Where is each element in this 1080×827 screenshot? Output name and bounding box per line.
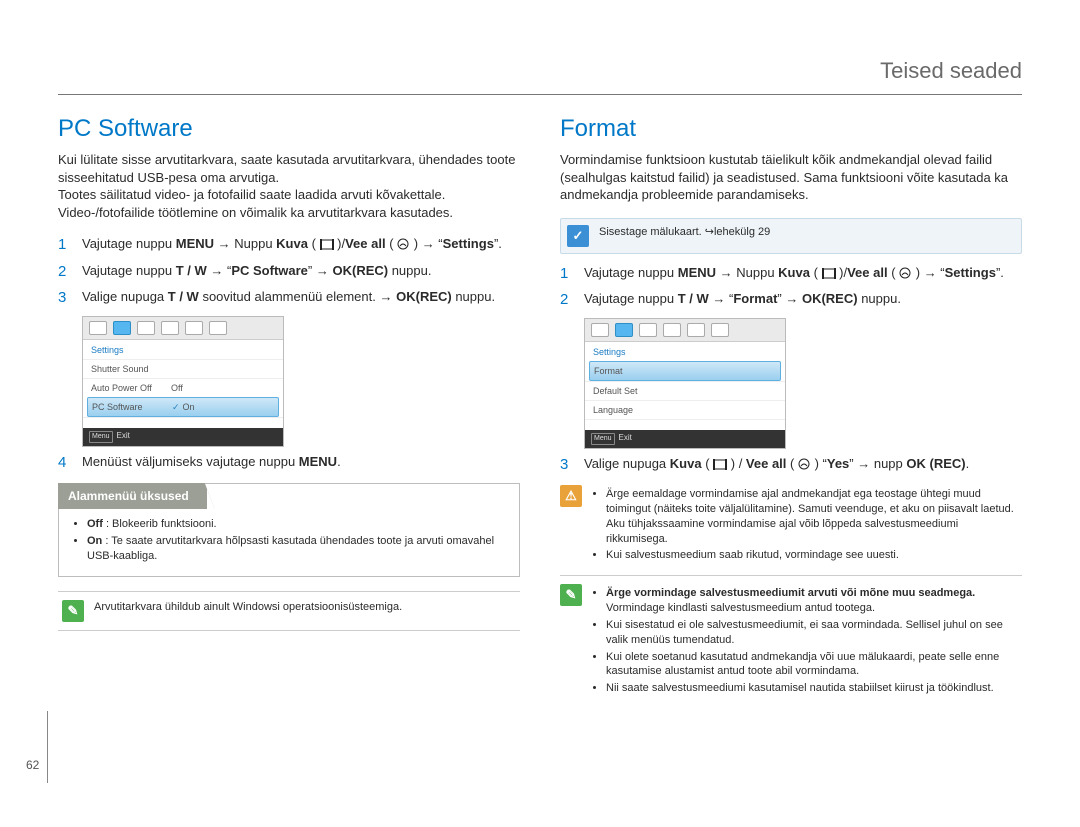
step-number: 2 [58, 262, 72, 282]
step-number: 2 [560, 290, 574, 310]
pc-software-heading: PC Software [58, 113, 520, 145]
step-text: Valige nupuga T / W soovitud alammenüü e… [82, 288, 520, 308]
submenu-box: Alammenüü üksused Off : Blokeerib funkts… [58, 483, 520, 577]
submenu-heading: Alammenüü üksused [58, 483, 215, 509]
note-icon: ✎ [560, 584, 582, 606]
step-number: 3 [58, 288, 72, 308]
warning-text: Ärge eemaldage vormindamise ajal andmeka… [592, 485, 1022, 565]
note-text: Ärge vormindage salvestusmeediumit arvut… [592, 584, 1022, 698]
veeall-icon [899, 267, 912, 279]
step-number: 1 [560, 264, 574, 284]
kuva-icon [320, 239, 334, 250]
pc-software-intro: Kui lülitate sisse arvutitarkvara, saate… [58, 151, 520, 221]
step-number: 1 [58, 235, 72, 255]
step-text: Vajutage nuppu MENU → Nuppu Kuva ( )/Vee… [82, 235, 520, 255]
format-heading: Format [560, 113, 1022, 145]
format-intro: Vormindamise funktsioon kustutab täielik… [560, 151, 1022, 204]
kuva-icon [822, 268, 836, 279]
step-text: Menüüst väljumiseks vajutage nuppu MENU. [82, 453, 520, 473]
step-text: Vajutage nuppu T / W → “PC Software” → O… [82, 262, 520, 282]
bluenote-text: Sisestage mälukaart. ↪lehekülg 29 [599, 225, 1015, 240]
step-number: 3 [560, 455, 574, 475]
veeall-icon [397, 238, 410, 250]
step-text: Vajutage nuppu T / W → “Format” → OK(REC… [584, 290, 1022, 310]
step-text: Vajutage nuppu MENU → Nuppu Kuva ( )/Vee… [584, 264, 1022, 284]
footnote-text: Arvutitarkvara ühildub ainult Windowsi o… [94, 600, 516, 615]
format-screenshot: Settings Format Default Set Language Men… [584, 318, 786, 449]
pc-software-screenshot: Settings Shutter Sound Auto Power OffOff… [82, 316, 284, 447]
info-icon: ✓ [567, 225, 589, 247]
warning-icon: ⚠ [560, 485, 582, 507]
step-number: 4 [58, 453, 72, 473]
page-number: 62 [26, 711, 48, 783]
header-title: Teised seaded [58, 56, 1022, 94]
note-icon: ✎ [62, 600, 84, 622]
veeall-icon [798, 458, 811, 470]
step-text: Valige nupuga Kuva ( ) / Vee all ( ) “Ye… [584, 455, 1022, 475]
kuva-icon [713, 459, 727, 470]
